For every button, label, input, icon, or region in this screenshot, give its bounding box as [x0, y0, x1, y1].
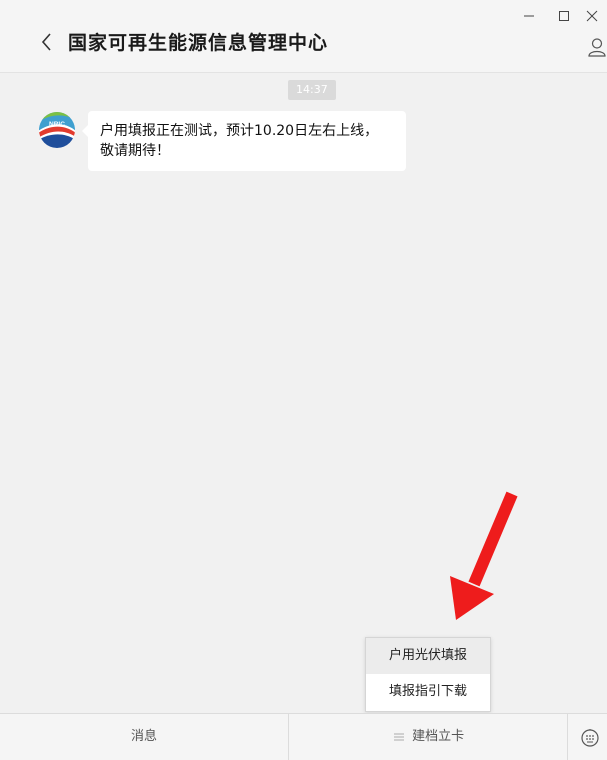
submenu-popup: 户用光伏填报 填报指引下载	[365, 637, 491, 712]
account-avatar[interactable]: NRIC	[38, 111, 76, 149]
submenu-item-household-pv[interactable]: 户用光伏填报	[366, 638, 490, 674]
menu-item-label: 消息	[130, 729, 157, 744]
close-button[interactable]	[582, 6, 602, 26]
chat-window: 国家可再生能源信息管理中心 14:37 NRIC 户用填报正在测试，预计10.2…	[0, 0, 607, 760]
keyboard-icon	[581, 729, 599, 747]
menu-item-label: 建档立卡	[412, 729, 465, 744]
menu-item-messages[interactable]: 消息	[0, 714, 288, 760]
back-button[interactable]	[38, 30, 56, 54]
bottom-menu-bar: 消息 建档立卡	[0, 713, 607, 760]
message-line: 户用填报正在测试，预计10.20日左右上线，	[100, 123, 379, 139]
close-icon	[586, 10, 598, 22]
svg-text:NRIC: NRIC	[49, 121, 65, 128]
minimize-button[interactable]	[519, 6, 539, 26]
submenu-item-guide-download[interactable]: 填报指引下载	[366, 674, 490, 710]
maximize-icon	[559, 11, 569, 21]
menu-lines-icon	[393, 733, 404, 740]
user-icon	[588, 38, 606, 57]
message-timestamp: 14:37	[288, 80, 336, 100]
nric-logo-icon: NRIC	[39, 112, 75, 148]
menu-divider	[567, 714, 568, 760]
account-title: 国家可再生能源信息管理中心	[68, 32, 329, 54]
chevron-left-icon	[41, 33, 51, 51]
title-bar: 国家可再生能源信息管理中心	[0, 0, 607, 73]
red-arrow-annotation	[450, 491, 518, 620]
minimize-icon	[524, 15, 534, 17]
maximize-button[interactable]	[554, 6, 574, 26]
menu-item-registration[interactable]: 建档立卡	[289, 714, 567, 760]
message-bubble: 户用填报正在测试，预计10.20日左右上线， 敬请期待！	[82, 111, 406, 171]
message-line: 敬请期待！	[100, 143, 170, 159]
keyboard-toggle-button[interactable]	[580, 728, 600, 748]
profile-button[interactable]	[586, 36, 607, 58]
